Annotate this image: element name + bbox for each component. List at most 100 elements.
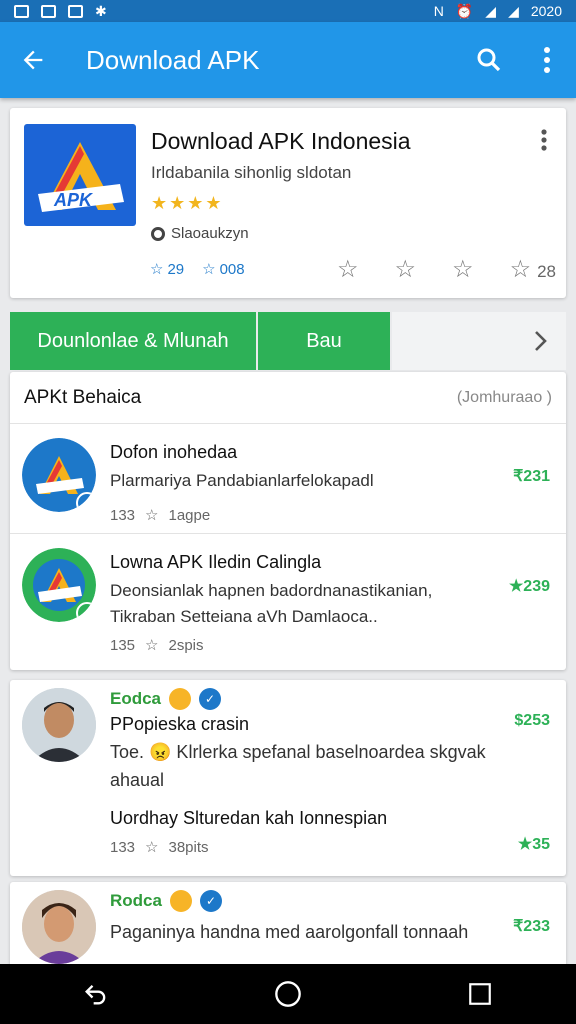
rating-row: ☆ 29 ☆ 008 ☆ ☆ ☆ ☆ 28 <box>150 254 556 284</box>
item-price: ₹231 <box>513 468 550 485</box>
recents-square-icon <box>469 983 491 1005</box>
item-title: Dofon inohedaa <box>110 442 238 462</box>
nav-recents-button[interactable] <box>450 964 510 1024</box>
star-outline-icon: ☆ <box>145 839 159 856</box>
review-score: ★35 <box>517 836 550 853</box>
info-icon <box>151 226 165 241</box>
review-card[interactable]: Eodca ✓ PPopieska crasin Toe. 😠 Klrlerka… <box>10 680 566 876</box>
notification-icon <box>41 4 56 18</box>
app-icon <box>22 548 96 622</box>
item-meta-label: 1agpe <box>168 506 211 524</box>
avatar <box>22 890 96 964</box>
page-title: Download APK <box>86 44 260 75</box>
home-circle-icon <box>275 981 301 1007</box>
reviewer-name: Rodca <box>110 891 162 910</box>
item-meta-label: 2spis <box>168 636 204 654</box>
search-button[interactable] <box>460 22 518 98</box>
app-icon <box>22 438 96 512</box>
search-icon <box>477 48 501 72</box>
verified-badge-icon <box>76 492 96 512</box>
system-nav-bar <box>0 964 576 1024</box>
list-item[interactable]: Dofon inohedaa Plarmariya Pandabianlarfe… <box>10 424 566 534</box>
star-rate-4-icon[interactable]: ☆ 28 <box>510 255 556 284</box>
download-install-button[interactable]: Dounlonlae & Mlunah <box>10 312 258 370</box>
review-text: Toe. 😠 Klrlerka spefanal baselnoardea sk… <box>110 742 486 790</box>
review-price: $253 <box>514 712 550 729</box>
app-subtitle: Irldabanila sihonlig sldotan <box>151 163 352 182</box>
list-title: APKt Behaica <box>24 386 142 408</box>
item-desc: Plarmariya Pandabianlarfelokapadl <box>110 471 374 490</box>
apk-list-card: APKt Behaica (Jomhuraao ) Dofon inohedaa… <box>10 372 566 670</box>
verified-icon: ✓ <box>199 688 222 710</box>
reviewer-row: Rodca ✓ <box>110 890 222 912</box>
avatar <box>22 688 96 762</box>
status-bar: ✱ N ⏰ ◢ ◢ 2020 <box>0 0 576 22</box>
review-subtitle: PPopieska crasin <box>110 714 250 734</box>
review-price: ₹233 <box>513 918 550 935</box>
review-meta: 133 ☆ 38pits <box>110 838 209 857</box>
reviewer-name: Eodca <box>110 689 162 708</box>
logo-text: APK <box>54 190 93 210</box>
rating-b-value: 008 <box>219 260 245 278</box>
app-bar: Download APK <box>0 22 576 98</box>
nav-home-button[interactable] <box>258 964 318 1024</box>
emoji-icon <box>169 688 192 710</box>
star-outline-icon: ☆ <box>145 637 159 654</box>
star-rate-1-icon[interactable]: ☆ <box>337 255 359 284</box>
back-arrow-icon <box>23 50 43 70</box>
app-title: Download APK Indonesia <box>151 128 411 154</box>
review-link[interactable]: Uordhay Slturedan kah Ionnespian <box>110 808 387 829</box>
overflow-menu-button[interactable] <box>518 22 576 98</box>
shield-icon <box>68 4 83 18</box>
alarm-icon: ⏰ <box>455 2 474 19</box>
app-size: Slaoaukzyn <box>171 225 249 242</box>
item-price: ★239 <box>508 578 550 595</box>
star-outline-icon: ☆ <box>202 261 216 278</box>
list-item[interactable]: Lowna APK Iledin Calingla Deonsianlak ha… <box>10 534 566 670</box>
nfc-icon: N <box>433 3 444 19</box>
action-bar: Dounlonlae & Mlunah Bau <box>10 312 566 370</box>
item-meta-count: 135 <box>110 636 136 654</box>
item-meta: 133 ☆ 1agpe <box>110 506 211 525</box>
review-card[interactable]: Rodca ✓ Paganinya handna med aarolgonfal… <box>10 882 566 972</box>
rating-count: 28 <box>537 261 556 281</box>
gallery-icon <box>14 4 29 18</box>
nav-back-button[interactable] <box>66 964 126 1024</box>
item-meta-count: 133 <box>110 506 136 524</box>
list-filter[interactable]: (Jomhuraao ) <box>457 389 552 407</box>
bluetooth-icon: ✱ <box>95 2 107 19</box>
rating-a-value: 29 <box>167 260 185 278</box>
star-outline-icon: ☆ <box>150 261 164 278</box>
back-button[interactable] <box>0 22 66 98</box>
verified-badge-icon <box>76 602 96 622</box>
secondary-button[interactable]: Bau <box>258 312 392 370</box>
card-menu-button[interactable] <box>534 126 554 156</box>
review-text: Paganinya handna med aarolgonfall tonnaa… <box>110 922 469 942</box>
app-rating-stars: ★★★★ <box>151 193 224 213</box>
app-logo: APK <box>24 124 136 226</box>
item-desc: Deonsianlak hapnen badordnanastikanian, … <box>110 581 433 626</box>
review-meta-label: 38pits <box>168 838 209 856</box>
rating-b: ☆ 008 <box>202 260 245 279</box>
verified-icon: ✓ <box>199 890 222 912</box>
rate-stars: ☆ ☆ ☆ ☆ 28 <box>337 255 556 284</box>
app-header-card: APK Download APK Indonesia Irldabanila s… <box>10 108 566 298</box>
star-rate-2-icon[interactable]: ☆ <box>395 255 417 284</box>
back-icon <box>85 985 106 1005</box>
wifi-icon: ◢ <box>485 2 497 19</box>
emoji-icon <box>169 890 192 912</box>
reviewer-row: Eodca ✓ <box>110 688 222 710</box>
item-title: Lowna APK Iledin Calingla <box>110 552 322 572</box>
rating-a: ☆ 29 <box>150 260 185 279</box>
status-time: 2020 <box>530 3 562 19</box>
more-vert-icon <box>544 47 550 73</box>
signal-icon: ◢ <box>508 2 519 19</box>
list-header: APKt Behaica (Jomhuraao ) <box>10 372 566 424</box>
more-vert-icon <box>541 129 547 151</box>
next-button[interactable] <box>516 312 566 370</box>
item-meta: 135 ☆ 2spis <box>110 636 204 655</box>
review-meta-count: 133 <box>110 838 136 856</box>
app-size-row: Slaoaukzyn <box>151 225 249 242</box>
chevron-right-icon <box>535 331 547 351</box>
star-rate-3-icon[interactable]: ☆ <box>452 255 474 284</box>
